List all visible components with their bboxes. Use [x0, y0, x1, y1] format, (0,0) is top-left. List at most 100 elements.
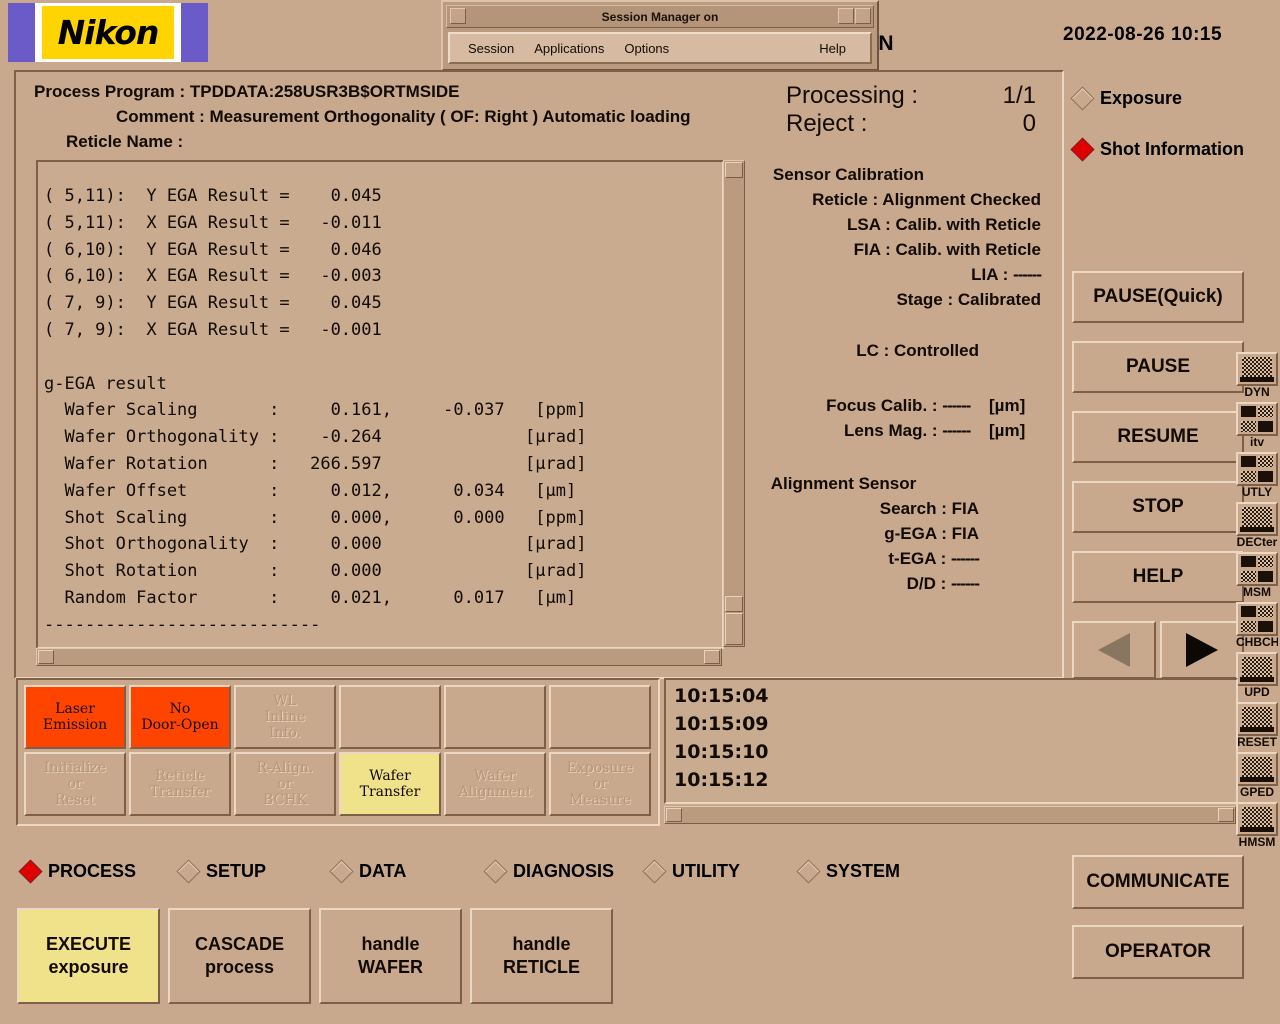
sensor-row-reticle: Reticle : Alignment Checked: [716, 187, 1041, 212]
view-radio-shot-information[interactable]: Shot Information: [1070, 137, 1244, 162]
lc-row: LC : Controlled: [716, 338, 1041, 363]
list-item[interactable]: 10:15:04: [674, 682, 1236, 710]
icon-strip-item-chbch[interactable]: CHBCH: [1236, 602, 1278, 649]
window-maximize-icon[interactable]: [855, 8, 871, 24]
stop-button[interactable]: STOP: [1072, 481, 1244, 533]
icon-strip-item-msm[interactable]: MSM: [1236, 552, 1278, 599]
event-timestamp-list-inner: 10:15:04 10:15:09 10:15:10 10:15:12: [666, 680, 1236, 794]
monitor-icon: [1236, 652, 1278, 686]
mode-radio-utility[interactable]: UTILITY: [642, 859, 740, 884]
menu-item-applications[interactable]: Applications: [532, 40, 606, 57]
lens-mag-row: Lens Mag. : ------ [µm]: [716, 418, 1041, 443]
window-minimize-icon[interactable]: [838, 8, 854, 24]
list-item[interactable]: 10:15:09: [674, 710, 1236, 738]
status-cell-empty-3[interactable]: [549, 685, 651, 749]
mode-radio-system-label: SYSTEM: [826, 861, 901, 881]
icon-strip-item-decter[interactable]: DECter: [1236, 502, 1278, 549]
comment-value: Measurement Orthogonality ( OF: Right ) …: [209, 107, 691, 126]
menu-item-help[interactable]: Help: [817, 40, 848, 57]
icon-strip-item-upd[interactable]: UPD: [1236, 652, 1278, 699]
status-cell-wafer-transfer[interactable]: Wafer Transfer: [339, 752, 441, 816]
log-scroll-thumb[interactable]: [725, 613, 743, 645]
icon-strip-item-itv[interactable]: itv: [1236, 402, 1278, 449]
icon-strip-item-hmsm[interactable]: HMSM: [1236, 802, 1278, 849]
next-page-button[interactable]: [1160, 621, 1244, 679]
sensor-calibration-title: Sensor Calibration: [772, 165, 925, 184]
cascade-process-line1: CASCADE: [194, 934, 284, 954]
stop-label: STOP: [1132, 496, 1184, 517]
list-item[interactable]: 10:15:12: [674, 766, 1236, 794]
cascade-process-button[interactable]: CASCADE process: [168, 908, 311, 1004]
status-cell-wl-inline-info[interactable]: WL Inline Info.: [234, 685, 336, 749]
mode-radio-data[interactable]: DATA: [329, 859, 406, 884]
resume-button[interactable]: RESUME: [1072, 411, 1244, 463]
align-row-search-label: Search :: [879, 499, 947, 518]
scroll-right-icon[interactable]: [1218, 808, 1234, 822]
focus-calib-label: Focus Calib. :: [826, 396, 938, 415]
status-cell-initialize-reset[interactable]: Initialize or Reset: [24, 752, 126, 816]
icon-strip-label: RESET: [1236, 736, 1277, 749]
ega-result-log[interactable]: ( 5,11): Y EGA Result = 0.045 ( 5,11): X…: [36, 160, 724, 649]
session-manager-window[interactable]: Session Manager on Session Applications …: [441, 0, 879, 71]
mode-radio-setup[interactable]: SETUP: [176, 859, 266, 884]
lens-mag-label: Lens Mag. :: [844, 421, 938, 440]
monitor-icon: [1236, 702, 1278, 736]
status-cell-reticle-transfer[interactable]: Reticle Transfer: [129, 752, 231, 816]
sensor-row-stage-value: Calibrated: [957, 290, 1041, 309]
status-cell-empty-1[interactable]: [339, 685, 441, 749]
log-horizontal-scrollbar[interactable]: [36, 648, 722, 666]
menu-item-options[interactable]: Options: [622, 40, 671, 57]
lens-mag-unit: [µm]: [989, 421, 1026, 440]
status-cell-laser-emission[interactable]: Laser Emission: [24, 685, 126, 749]
session-manager-title: Session Manager on: [601, 9, 719, 24]
prev-page-button[interactable]: [1072, 621, 1156, 679]
scroll-left-icon[interactable]: [38, 650, 54, 664]
icon-strip-item-gped[interactable]: GPED: [1236, 752, 1278, 799]
icon-strip-item-dyn[interactable]: DYN: [1236, 352, 1278, 399]
mode-radio-process[interactable]: PROCESS: [18, 859, 136, 884]
view-radio-exposure[interactable]: Exposure: [1070, 86, 1183, 111]
event-timestamp-list[interactable]: 10:15:04 10:15:09 10:15:10 10:15:12: [664, 678, 1238, 804]
window-menu-icon[interactable]: [450, 8, 466, 24]
session-manager-titlebar[interactable]: Session Manager on: [446, 5, 874, 28]
pause-button[interactable]: PAUSE: [1072, 341, 1244, 393]
operator-button[interactable]: OPERATOR: [1072, 925, 1244, 979]
scroll-down-icon[interactable]: [725, 596, 743, 612]
status-cell-ralign-bchk[interactable]: R-Align. or BCHK: [234, 752, 336, 816]
status-cell-door-open[interactable]: No Door-Open: [129, 685, 231, 749]
icon-strip-label: itv: [1249, 436, 1264, 449]
mode-radio-diagnosis[interactable]: DIAGNOSIS: [483, 859, 614, 884]
handle-reticle-button[interactable]: handle RETICLE: [470, 908, 613, 1004]
scroll-right-icon[interactable]: [704, 650, 720, 664]
help-button[interactable]: HELP: [1072, 551, 1244, 603]
icon-strip-label: HMSM: [1238, 836, 1276, 849]
icon-strip-item-utly[interactable]: UTLY: [1236, 452, 1278, 499]
align-row-dd-label: D/D :: [906, 574, 947, 593]
handle-wafer-button[interactable]: handle WAFER: [319, 908, 462, 1004]
align-row-tega-label: t-EGA :: [888, 549, 947, 568]
list-item[interactable]: 10:15:10: [674, 738, 1236, 766]
status-cell-wafer-alignment[interactable]: Wafer Alignment: [444, 752, 546, 816]
pause-quick-button[interactable]: PAUSE(Quick): [1072, 271, 1244, 323]
session-manager-menubar: Session Applications Options Help: [448, 32, 872, 64]
status-cell-empty-2[interactable]: [444, 685, 546, 749]
icon-strip-item-reset[interactable]: RESET: [1236, 702, 1278, 749]
side-icon-strip: DYN itv UTLY DECter MSM CHBCH UPD RESET: [1236, 352, 1280, 852]
status-cell-exposure-measure[interactable]: Exposure or Measure: [549, 752, 651, 816]
align-row-dd-value: ------: [951, 574, 980, 593]
timestamp-horizontal-scrollbar[interactable]: [664, 806, 1236, 824]
communicate-button[interactable]: COMMUNICATE: [1072, 855, 1244, 909]
menu-item-session[interactable]: Session: [466, 40, 516, 57]
mode-radio-system[interactable]: SYSTEM: [796, 859, 901, 884]
machine-status-grid: Laser Emission No Door-Open WL Inline Info. …: [16, 678, 660, 826]
execute-exposure-button[interactable]: EXECUTE exposure: [17, 908, 160, 1004]
icon-strip-label: GPED: [1239, 786, 1274, 799]
lens-mag-value: ------: [942, 421, 971, 440]
icon-strip-label: UPD: [1244, 686, 1270, 699]
sensor-row-fia: FIA : Calib. with Reticle: [716, 237, 1041, 262]
alignment-sensor-title: Alignment Sensor: [770, 474, 917, 493]
scroll-left-icon[interactable]: [666, 808, 682, 822]
icon-strip-label: DECter: [1236, 536, 1278, 549]
view-radio-exposure-label: Exposure: [1100, 88, 1183, 108]
sensor-row-lsa-label: LSA :: [847, 215, 891, 234]
